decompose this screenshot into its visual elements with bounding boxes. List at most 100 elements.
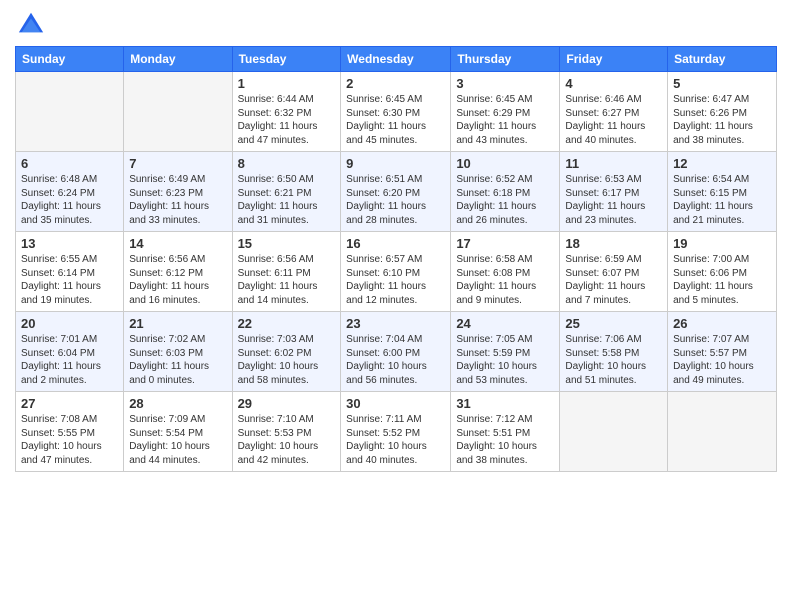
day-info: Sunrise: 6:45 AMSunset: 6:29 PMDaylight:… (456, 93, 554, 147)
day-info: Sunrise: 6:57 AMSunset: 6:10 PMDaylight:… (346, 253, 445, 307)
day-number: 27 (21, 396, 118, 411)
day-number: 4 (565, 76, 662, 91)
day-number: 11 (565, 156, 662, 171)
calendar-table: SundayMondayTuesdayWednesdayThursdayFrid… (15, 46, 777, 472)
day-info: Sunrise: 6:45 AMSunset: 6:30 PMDaylight:… (346, 93, 445, 147)
calendar-header-thursday: Thursday (451, 47, 560, 72)
day-number: 30 (346, 396, 445, 411)
calendar-cell: 8Sunrise: 6:50 AMSunset: 6:21 PMDaylight… (232, 152, 341, 232)
calendar-cell: 28 Sunrise: 7:09 AMSunset: 5:54 PMDayligh… (124, 392, 232, 472)
day-number: 29 (238, 396, 336, 411)
calendar-week-row: 20Sunrise: 7:01 AMSunset: 6:04 PMDayligh… (16, 312, 777, 392)
calendar-header-monday: Monday (124, 47, 232, 72)
day-info: Sunrise: 6:53 AMSunset: 6:17 PMDaylight:… (565, 173, 662, 227)
calendar-cell (124, 72, 232, 152)
day-info: Sunrise: 6:49 AMSunset: 6:23 PMDaylight:… (129, 173, 226, 227)
calendar-header-sunday: Sunday (16, 47, 124, 72)
calendar-cell: 30 Sunrise: 7:11 AMSunset: 5:52 PMDayligh… (341, 392, 451, 472)
calendar-cell: 6Sunrise: 6:48 AMSunset: 6:24 PMDaylight… (16, 152, 124, 232)
logo-icon (17, 10, 45, 38)
day-number: 18 (565, 236, 662, 251)
calendar-cell (668, 392, 777, 472)
calendar-week-row: 27 Sunrise: 7:08 AMSunset: 5:55 PMDayligh… (16, 392, 777, 472)
day-info: Sunrise: 6:50 AMSunset: 6:21 PMDaylight:… (238, 173, 336, 227)
calendar-header-saturday: Saturday (668, 47, 777, 72)
day-info: Sunrise: 6:54 AMSunset: 6:15 PMDaylight:… (673, 173, 771, 227)
calendar-cell: 4 Sunrise: 6:46 AMSunset: 6:27 PMDaylight… (560, 72, 668, 152)
day-number: 1 (238, 76, 336, 91)
day-number: 7 (129, 156, 226, 171)
calendar-header-wednesday: Wednesday (341, 47, 451, 72)
calendar-cell: 22Sunrise: 7:03 AMSunset: 6:02 PMDayligh… (232, 312, 341, 392)
day-info: Sunrise: 7:08 AMSunset: 5:55 PMDaylight:… (21, 413, 118, 467)
calendar-cell: 1 Sunrise: 6:44 AMSunset: 6:32 PMDaylight… (232, 72, 341, 152)
day-info: Sunrise: 7:07 AMSunset: 5:57 PMDaylight:… (673, 333, 771, 387)
day-number: 24 (456, 316, 554, 331)
calendar-week-row: 13 Sunrise: 6:55 AMSunset: 6:14 PMDayligh… (16, 232, 777, 312)
day-info: Sunrise: 6:47 AMSunset: 6:26 PMDaylight:… (673, 93, 771, 147)
day-info: Sunrise: 7:11 AMSunset: 5:52 PMDaylight:… (346, 413, 445, 467)
calendar-cell: 5 Sunrise: 6:47 AMSunset: 6:26 PMDaylight… (668, 72, 777, 152)
calendar-cell: 16 Sunrise: 6:57 AMSunset: 6:10 PMDayligh… (341, 232, 451, 312)
logo (15, 10, 45, 38)
calendar-cell: 20Sunrise: 7:01 AMSunset: 6:04 PMDayligh… (16, 312, 124, 392)
day-number: 26 (673, 316, 771, 331)
calendar-cell: 29 Sunrise: 7:10 AMSunset: 5:53 PMDayligh… (232, 392, 341, 472)
calendar-cell: 11 Sunrise: 6:53 AMSunset: 6:17 PMDayligh… (560, 152, 668, 232)
day-number: 23 (346, 316, 445, 331)
calendar-cell: 10 Sunrise: 6:52 AMSunset: 6:18 PMDayligh… (451, 152, 560, 232)
day-info: Sunrise: 6:56 AMSunset: 6:12 PMDaylight:… (129, 253, 226, 307)
calendar-cell: 17 Sunrise: 6:58 AMSunset: 6:08 PMDayligh… (451, 232, 560, 312)
day-info: Sunrise: 7:03 AMSunset: 6:02 PMDaylight:… (238, 333, 336, 387)
calendar-cell: 19 Sunrise: 7:00 AMSunset: 6:06 PMDayligh… (668, 232, 777, 312)
calendar-cell: 12 Sunrise: 6:54 AMSunset: 6:15 PMDayligh… (668, 152, 777, 232)
day-info: Sunrise: 7:10 AMSunset: 5:53 PMDaylight:… (238, 413, 336, 467)
calendar-cell (560, 392, 668, 472)
day-number: 16 (346, 236, 445, 251)
day-info: Sunrise: 7:01 AMSunset: 6:04 PMDaylight:… (21, 333, 118, 387)
day-number: 9 (346, 156, 445, 171)
day-number: 15 (238, 236, 336, 251)
day-number: 5 (673, 76, 771, 91)
day-info: Sunrise: 7:00 AMSunset: 6:06 PMDaylight:… (673, 253, 771, 307)
day-info: Sunrise: 6:46 AMSunset: 6:27 PMDaylight:… (565, 93, 662, 147)
day-number: 21 (129, 316, 226, 331)
calendar-cell: 26 Sunrise: 7:07 AMSunset: 5:57 PMDayligh… (668, 312, 777, 392)
calendar-week-row: 1 Sunrise: 6:44 AMSunset: 6:32 PMDaylight… (16, 72, 777, 152)
day-info: Sunrise: 6:59 AMSunset: 6:07 PMDaylight:… (565, 253, 662, 307)
day-number: 13 (21, 236, 118, 251)
day-info: Sunrise: 7:12 AMSunset: 5:51 PMDaylight:… (456, 413, 554, 467)
calendar-header-friday: Friday (560, 47, 668, 72)
calendar-cell: 31 Sunrise: 7:12 AMSunset: 5:51 PMDayligh… (451, 392, 560, 472)
calendar-cell: 9Sunrise: 6:51 AMSunset: 6:20 PMDaylight… (341, 152, 451, 232)
day-number: 28 (129, 396, 226, 411)
day-number: 6 (21, 156, 118, 171)
calendar-cell: 13 Sunrise: 6:55 AMSunset: 6:14 PMDayligh… (16, 232, 124, 312)
page: SundayMondayTuesdayWednesdayThursdayFrid… (0, 0, 792, 487)
header (15, 10, 777, 38)
day-number: 31 (456, 396, 554, 411)
calendar-cell: 14Sunrise: 6:56 AMSunset: 6:12 PMDayligh… (124, 232, 232, 312)
calendar-cell: 24 Sunrise: 7:05 AMSunset: 5:59 PMDayligh… (451, 312, 560, 392)
day-number: 3 (456, 76, 554, 91)
day-info: Sunrise: 6:44 AMSunset: 6:32 PMDaylight:… (238, 93, 336, 147)
day-info: Sunrise: 7:05 AMSunset: 5:59 PMDaylight:… (456, 333, 554, 387)
calendar-cell: 2Sunrise: 6:45 AMSunset: 6:30 PMDaylight… (341, 72, 451, 152)
day-info: Sunrise: 7:04 AMSunset: 6:00 PMDaylight:… (346, 333, 445, 387)
calendar-cell: 27 Sunrise: 7:08 AMSunset: 5:55 PMDayligh… (16, 392, 124, 472)
day-info: Sunrise: 6:56 AMSunset: 6:11 PMDaylight:… (238, 253, 336, 307)
calendar-cell: 25Sunrise: 7:06 AMSunset: 5:58 PMDayligh… (560, 312, 668, 392)
calendar-week-row: 6Sunrise: 6:48 AMSunset: 6:24 PMDaylight… (16, 152, 777, 232)
day-number: 12 (673, 156, 771, 171)
calendar-cell: 15 Sunrise: 6:56 AMSunset: 6:11 PMDayligh… (232, 232, 341, 312)
day-number: 19 (673, 236, 771, 251)
calendar-cell: 3 Sunrise: 6:45 AMSunset: 6:29 PMDaylight… (451, 72, 560, 152)
day-info: Sunrise: 6:58 AMSunset: 6:08 PMDaylight:… (456, 253, 554, 307)
day-info: Sunrise: 6:55 AMSunset: 6:14 PMDaylight:… (21, 253, 118, 307)
calendar-cell: 21Sunrise: 7:02 AMSunset: 6:03 PMDayligh… (124, 312, 232, 392)
day-info: Sunrise: 6:52 AMSunset: 6:18 PMDaylight:… (456, 173, 554, 227)
day-info: Sunrise: 7:09 AMSunset: 5:54 PMDaylight:… (129, 413, 226, 467)
day-number: 17 (456, 236, 554, 251)
calendar-cell (16, 72, 124, 152)
day-number: 10 (456, 156, 554, 171)
